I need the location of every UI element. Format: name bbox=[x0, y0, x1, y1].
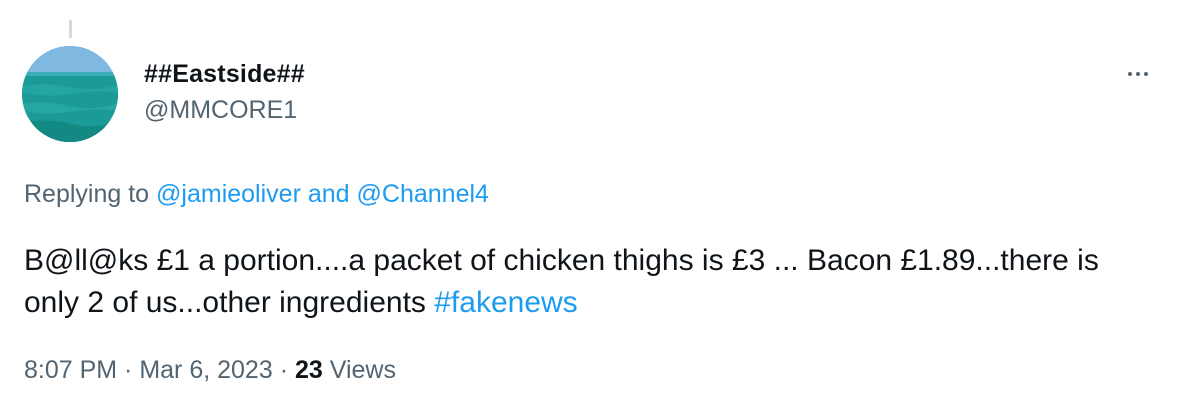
avatar[interactable] bbox=[22, 46, 118, 142]
tweet-meta: 8:07 PM · Mar 6, 2023 · 23 Views bbox=[24, 354, 396, 386]
tweet-time[interactable]: 8:07 PM bbox=[24, 356, 117, 384]
views-count: 23 bbox=[294, 356, 323, 384]
more-horizontal-icon bbox=[1126, 72, 1150, 76]
author-display-name[interactable]: ##Eastside## bbox=[144, 58, 305, 90]
hashtag-fakenews[interactable]: #fakenews bbox=[434, 286, 577, 319]
author-handle[interactable]: @MMCORE1 bbox=[144, 94, 305, 126]
avatar-sea-image bbox=[22, 46, 118, 142]
replying-to-line: Replying to @jamieoliver and @Channel4 bbox=[24, 178, 489, 210]
replying-to-joiner: and bbox=[300, 180, 357, 208]
replying-to-label: Replying to bbox=[24, 180, 157, 208]
tweet-author: ##Eastside## @MMCORE1 bbox=[144, 58, 305, 126]
tweet-date[interactable]: Mar 6, 2023 bbox=[139, 356, 272, 384]
mention-jamieoliver[interactable]: @jamieoliver bbox=[156, 180, 301, 208]
tweet-body: B@ll@ks £1 a portion....a packet of chic… bbox=[24, 240, 1144, 324]
thread-connector-line bbox=[69, 20, 72, 38]
mention-channel4[interactable]: @Channel4 bbox=[357, 180, 489, 208]
views-label: Views bbox=[322, 356, 396, 384]
more-options-button[interactable] bbox=[1116, 60, 1160, 88]
meta-separator: · bbox=[117, 356, 140, 384]
meta-separator: · bbox=[272, 356, 295, 384]
